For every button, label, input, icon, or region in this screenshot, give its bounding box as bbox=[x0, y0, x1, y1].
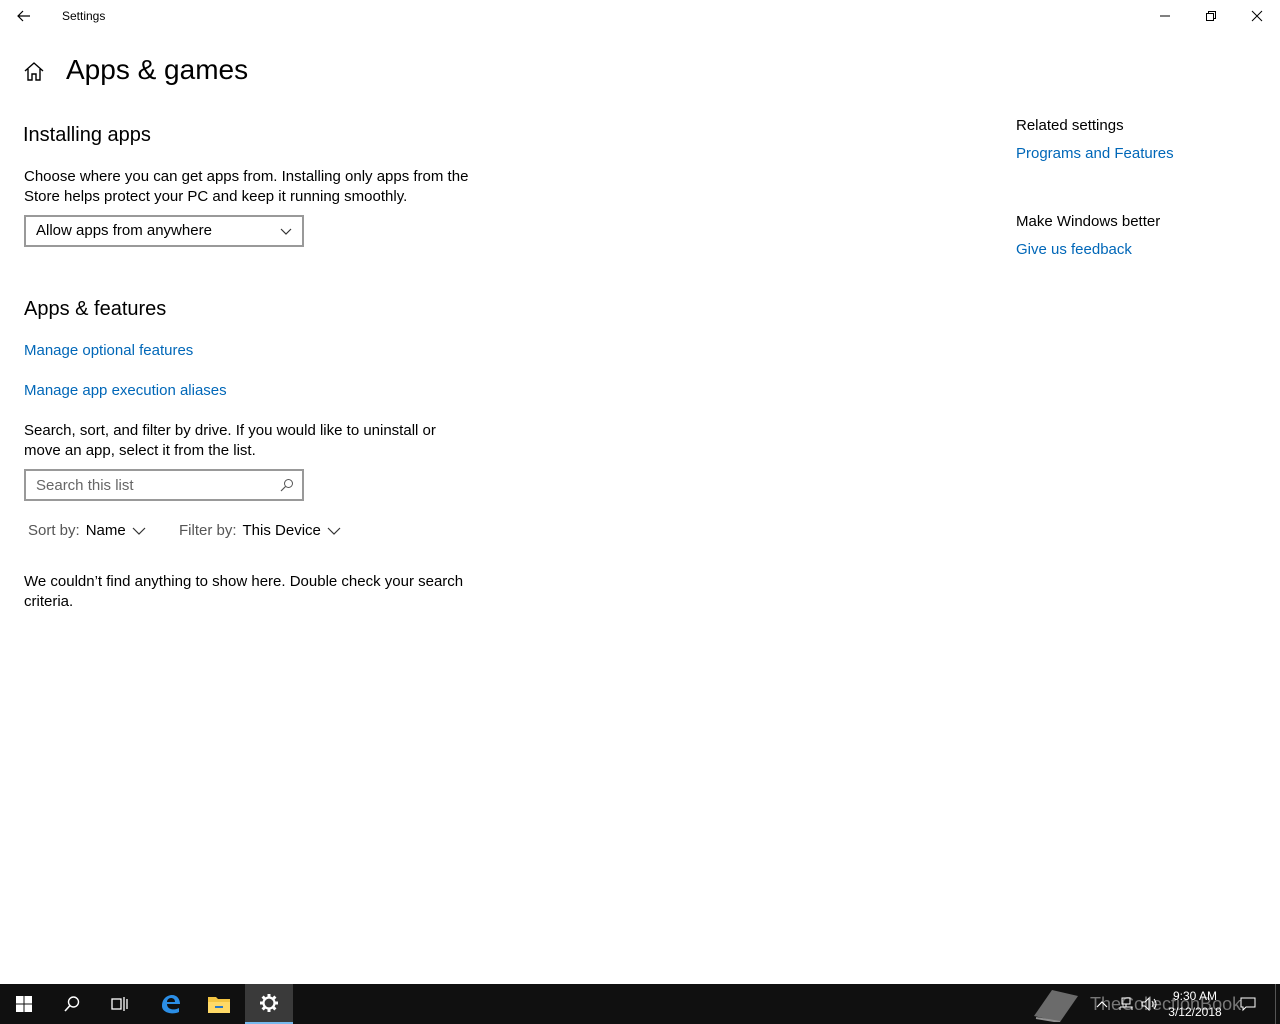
folder-icon bbox=[208, 997, 230, 1013]
taskbar-search-button[interactable] bbox=[48, 984, 96, 1024]
taskbar-edge[interactable] bbox=[146, 984, 194, 1024]
taskbar-settings[interactable] bbox=[245, 984, 293, 1024]
filter-by-value: This Device bbox=[242, 522, 321, 539]
clock-date: 3/12/2018 bbox=[1168, 1005, 1222, 1019]
action-center-button[interactable] bbox=[1236, 984, 1260, 1024]
back-arrow-icon bbox=[17, 10, 30, 22]
book-icon bbox=[1034, 990, 1078, 1022]
installing-apps-heading: Installing apps bbox=[23, 124, 151, 146]
notification-icon bbox=[1240, 997, 1256, 1012]
volume-button[interactable] bbox=[1140, 984, 1160, 1024]
minimize-button[interactable] bbox=[1142, 0, 1188, 32]
sort-by-label: Sort by: bbox=[28, 522, 80, 539]
show-desktop-button[interactable] bbox=[1275, 984, 1280, 1024]
windows-logo-icon bbox=[16, 996, 32, 1012]
home-icon bbox=[24, 62, 44, 81]
filter-by-dropdown[interactable]: Filter by: This Device bbox=[179, 522, 341, 539]
chevron-down-icon bbox=[280, 228, 292, 235]
task-view-icon bbox=[111, 997, 128, 1011]
start-button[interactable] bbox=[0, 984, 48, 1024]
restore-icon bbox=[1206, 11, 1216, 21]
gear-icon bbox=[260, 994, 278, 1012]
network-icon bbox=[1119, 997, 1133, 1010]
taskbar: TheCollectionBook 9:30 AM 3/12/2018 bbox=[0, 984, 1280, 1024]
manage-app-execution-aliases-link[interactable]: Manage app execution aliases bbox=[24, 382, 227, 399]
search-icon bbox=[64, 996, 80, 1012]
back-button[interactable] bbox=[8, 0, 40, 32]
taskbar-clock[interactable]: 9:30 AM 3/12/2018 bbox=[1160, 988, 1230, 1020]
empty-list-message: We couldn’t find anything to show here. … bbox=[24, 573, 464, 610]
show-hidden-icons-button[interactable] bbox=[1094, 984, 1110, 1024]
search-icon bbox=[280, 479, 293, 492]
apps-features-description: Search, sort, and filter by drive. If yo… bbox=[24, 422, 436, 459]
installing-apps-description: Choose where you can get apps from. Inst… bbox=[24, 168, 469, 205]
close-button[interactable] bbox=[1234, 0, 1280, 32]
related-settings-heading: Related settings bbox=[1016, 117, 1124, 134]
sort-by-value: Name bbox=[85, 522, 126, 539]
filter-by-label: Filter by: bbox=[179, 522, 237, 539]
give-us-feedback-link[interactable]: Give us feedback bbox=[1016, 241, 1132, 258]
chevron-up-icon bbox=[1096, 1001, 1108, 1008]
window-title: Settings bbox=[62, 9, 106, 23]
task-view-button[interactable] bbox=[96, 984, 144, 1024]
programs-and-features-link[interactable]: Programs and Features bbox=[1016, 145, 1174, 162]
apps-features-heading: Apps & features bbox=[24, 298, 167, 320]
manage-optional-features-link[interactable]: Manage optional features bbox=[24, 342, 193, 359]
edge-browser-icon bbox=[162, 995, 180, 1014]
search-box[interactable] bbox=[24, 469, 304, 501]
speaker-icon bbox=[1141, 997, 1157, 1011]
network-button[interactable] bbox=[1116, 984, 1136, 1024]
chevron-down-icon bbox=[132, 527, 146, 535]
restore-button[interactable] bbox=[1188, 0, 1234, 32]
app-source-dropdown[interactable]: Allow apps from anywhere bbox=[24, 215, 304, 247]
title-bar: Settings bbox=[0, 0, 1280, 32]
sort-by-dropdown[interactable]: Sort by: Name bbox=[28, 522, 146, 539]
chevron-down-icon bbox=[327, 527, 341, 535]
make-windows-better-heading: Make Windows better bbox=[1016, 213, 1161, 230]
app-source-dropdown-value: Allow apps from anywhere bbox=[36, 222, 212, 239]
taskbar-file-explorer[interactable] bbox=[195, 984, 243, 1024]
search-input[interactable] bbox=[26, 471, 276, 499]
clock-time: 9:30 AM bbox=[1172, 989, 1218, 1003]
minimize-icon bbox=[1160, 15, 1170, 17]
home-button[interactable] bbox=[22, 60, 46, 84]
close-icon bbox=[1251, 10, 1263, 22]
page-title: Apps & games bbox=[66, 54, 249, 85]
